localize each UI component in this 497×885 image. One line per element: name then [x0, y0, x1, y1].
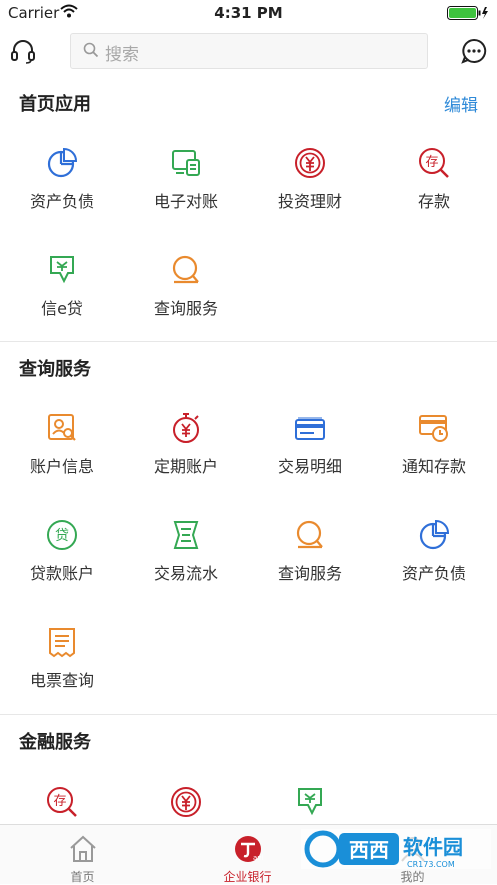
- app-query-service[interactable]: 查询服务: [124, 234, 248, 341]
- search-placeholder: 搜索: [105, 45, 139, 65]
- service-label: 查询服务: [277, 564, 342, 583]
- app-deposit[interactable]: 存 存款: [372, 127, 496, 234]
- tab-label-mine: 我的: [400, 870, 425, 884]
- query-icon: [296, 520, 323, 549]
- yuan-coin-icon: [295, 148, 325, 178]
- yuan-coin-icon: [171, 787, 201, 817]
- deposit-search-icon: 存: [47, 787, 77, 817]
- battery-icon: [447, 6, 488, 20]
- deposit-search-icon: 存: [419, 148, 449, 178]
- service-transaction-flow[interactable]: 交易流水: [124, 499, 248, 606]
- service-fixed-account[interactable]: 定期账户: [124, 392, 248, 499]
- service-label: 账户信息: [29, 457, 94, 476]
- service-label: 资产负债: [401, 564, 466, 583]
- finance-services-grid: 存: [0, 766, 497, 824]
- pie-chart-icon: [419, 519, 450, 550]
- top-bar: 搜索: [0, 26, 497, 76]
- svg-text:ank: ank: [253, 854, 263, 862]
- finance-investment[interactable]: [124, 766, 248, 824]
- service-account-info[interactable]: 账户信息: [0, 392, 124, 499]
- app-label: 查询服务: [153, 299, 218, 318]
- service-label: 交易流水: [153, 564, 218, 583]
- service-label: 定期账户: [153, 457, 218, 476]
- query-icon: [172, 255, 199, 284]
- search-input[interactable]: 搜索: [70, 33, 428, 69]
- notice-deposit-icon: [419, 415, 448, 442]
- divider: [0, 341, 497, 342]
- app-investment[interactable]: 投资理财: [248, 127, 372, 234]
- bank-logo-icon: ank: [235, 836, 263, 862]
- message-icon[interactable]: [461, 38, 487, 64]
- bill-icon: [49, 628, 75, 658]
- tab-label-bank: 企业银行: [223, 870, 272, 884]
- finance-loan[interactable]: [248, 766, 372, 824]
- status-bar: Carrier 4:31 PM: [0, 0, 497, 26]
- service-label: 电票查询: [29, 671, 94, 690]
- flow-list-icon: [173, 521, 199, 549]
- svg-text:软件园: 软件园: [403, 835, 463, 859]
- section-title-query-services: 查询服务: [19, 359, 91, 380]
- app-xin-e-loan[interactable]: 信e贷: [0, 234, 124, 341]
- home-icon: [70, 835, 96, 862]
- status-time: 4:31 PM: [214, 4, 283, 22]
- app-asset-liability[interactable]: 资产负债: [0, 127, 124, 234]
- loan-doc-icon: [50, 256, 74, 284]
- service-label: 通知存款: [401, 457, 466, 476]
- search-icon: [83, 42, 99, 58]
- tab-home[interactable]: 首页: [0, 825, 165, 884]
- service-e-bill-query[interactable]: 电票查询: [0, 606, 124, 713]
- app-e-statement[interactable]: 电子对账: [124, 127, 248, 234]
- home-apps-grid: 资产负债 电子对账 投资理财 存 存款 信e贷 查询服务: [0, 127, 497, 341]
- tab-label-home: 首页: [70, 870, 95, 884]
- e-statement-icon: [172, 150, 200, 176]
- account-info-icon: [48, 414, 76, 441]
- service-loan-account[interactable]: 贷 贷款账户: [0, 499, 124, 606]
- app-label: 信e贷: [41, 299, 83, 318]
- pie-chart-icon: [47, 147, 78, 178]
- loan-doc-icon: [298, 788, 322, 816]
- loan-circle-icon: 贷: [47, 520, 77, 550]
- card-icon: [295, 417, 325, 440]
- service-asset-liability[interactable]: 资产负债: [372, 499, 496, 606]
- section-title-finance-services: 金融服务: [19, 732, 91, 753]
- svg-text:西西: 西西: [349, 838, 389, 862]
- svg-text:CR173.COM: CR173.COM: [407, 860, 455, 869]
- divider: [0, 714, 497, 715]
- finance-deposit[interactable]: 存: [0, 766, 124, 824]
- query-services-grid: 账户信息 定期账户 交易明细 通知存款 贷 贷款账户 交易流水 查询服务 资产负…: [0, 392, 497, 713]
- service-transaction-detail[interactable]: 交易明细: [248, 392, 372, 499]
- app-label: 资产负债: [29, 192, 94, 211]
- app-label: 投资理财: [277, 192, 342, 211]
- app-label: 存款: [417, 192, 450, 211]
- section-title-home-apps: 首页应用: [19, 94, 91, 115]
- headset-icon[interactable]: [10, 38, 36, 64]
- service-label: 贷款账户: [29, 564, 94, 583]
- service-notice-deposit[interactable]: 通知存款: [372, 392, 496, 499]
- watermark-logo: 西西 软件园 CR173.COM: [301, 829, 491, 869]
- edit-button[interactable]: 编辑: [444, 91, 478, 116]
- app-label: 电子对账: [153, 192, 218, 211]
- svg-text:贷: 贷: [55, 528, 69, 544]
- timer-yuan-icon: [173, 413, 199, 443]
- svg-text:存: 存: [53, 794, 66, 809]
- service-label: 交易明细: [277, 457, 342, 476]
- svg-text:存: 存: [425, 155, 438, 170]
- service-query-service[interactable]: 查询服务: [248, 499, 372, 606]
